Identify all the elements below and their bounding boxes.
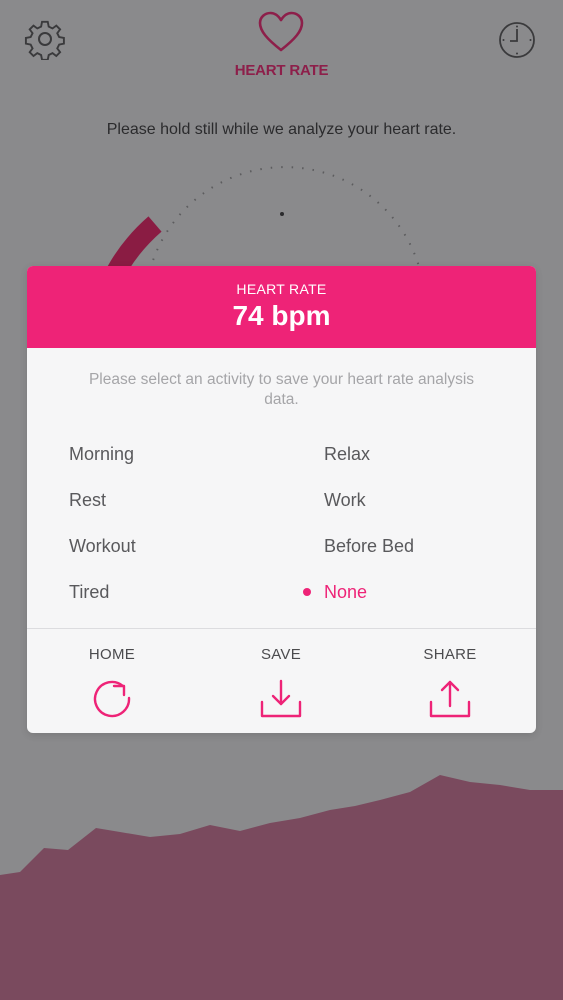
- heart-outline-icon: [258, 11, 304, 52]
- instruction-text: Please hold still while we analyze your …: [106, 121, 457, 138]
- activity-option-before-bed[interactable]: Before Bed: [324, 534, 414, 558]
- activity-option-morning[interactable]: Morning: [69, 442, 134, 466]
- activity-option-work[interactable]: Work: [324, 488, 366, 512]
- clock-icon: [499, 22, 535, 58]
- heart-logo: [257, 10, 305, 54]
- activity-label: Before Bed: [324, 536, 415, 556]
- dialog-label: HEART RATE: [236, 281, 327, 297]
- divider: [27, 628, 536, 629]
- heart-rate-gauge: [100, 166, 421, 280]
- home-label: HOME: [88, 646, 136, 663]
- heart-rate-dialog: HEART RATE 74 bpm Please select an activ…: [27, 266, 536, 733]
- gear-icon: [24, 20, 65, 61]
- bpm-value: 74 bpm: [232, 300, 331, 331]
- activity-option-tired[interactable]: Tired: [69, 580, 109, 604]
- activity-option-rest[interactable]: Rest: [69, 488, 106, 512]
- activity-label: None: [324, 582, 368, 602]
- waveform-chart: [0, 775, 563, 1000]
- settings-button[interactable]: [24, 18, 66, 61]
- selected-dot-icon: [303, 588, 311, 596]
- download-icon: [260, 679, 302, 718]
- share-icon: [429, 680, 471, 718]
- dialog-message: Please select an activity to save your h…: [88, 371, 475, 408]
- activity-label: Tired: [69, 582, 110, 602]
- save-label: SAVE: [260, 646, 302, 663]
- activity-label: Work: [324, 490, 366, 510]
- activity-option-none[interactable]: None: [303, 580, 368, 604]
- share-label: SHARE: [423, 646, 477, 663]
- home-button[interactable]: HOME: [57, 646, 167, 721]
- activity-option-workout[interactable]: Workout: [69, 534, 136, 558]
- share-button[interactable]: SHARE: [395, 646, 505, 721]
- activity-label: Rest: [69, 490, 107, 510]
- refresh-icon: [93, 680, 131, 718]
- activity-label: Workout: [69, 536, 136, 556]
- history-button[interactable]: [496, 19, 538, 61]
- page-title: HEART RATE: [234, 62, 329, 79]
- dialog-header: HEART RATE 74 bpm: [27, 266, 536, 348]
- activity-label: Morning: [69, 444, 135, 464]
- activity-label: Relax: [324, 444, 371, 464]
- save-button[interactable]: SAVE: [226, 646, 336, 721]
- activity-option-relax[interactable]: Relax: [324, 442, 370, 466]
